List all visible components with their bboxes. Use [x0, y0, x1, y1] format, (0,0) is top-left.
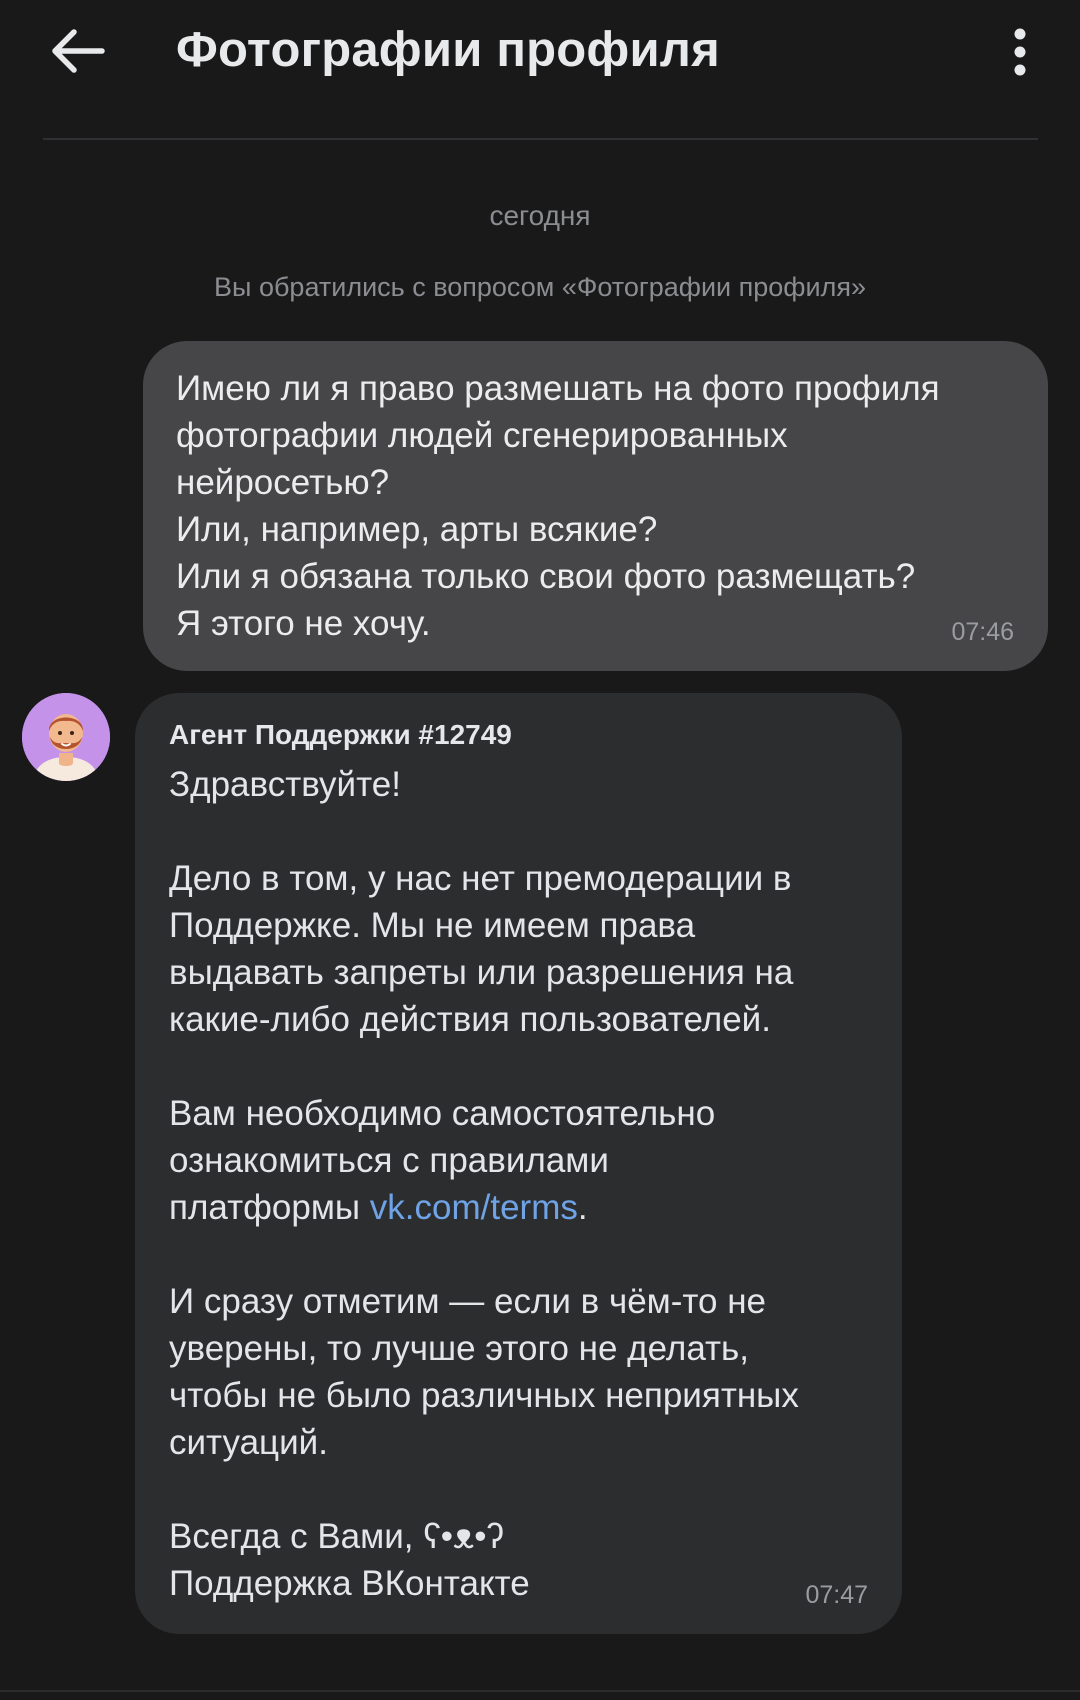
- header-divider: [43, 138, 1038, 140]
- message-paragraph: Вам необходимо самостоятельно ознакомить…: [169, 1090, 868, 1231]
- paragraph-text: .: [577, 1188, 588, 1227]
- sender-name[interactable]: Агент Поддержки #12749: [169, 717, 868, 753]
- date-separator: сегодня: [489, 200, 591, 231]
- chat-screen: Фотографии профиля сегодня Вы обратились…: [0, 0, 1080, 1700]
- more-vertical-icon: [1014, 28, 1026, 76]
- back-button[interactable]: [40, 18, 116, 84]
- message-time: 07:46: [951, 618, 1014, 646]
- outgoing-message[interactable]: Имею ли я право размешать на фото профил…: [143, 341, 1048, 671]
- message-paragraph: Дело в том, у нас нет премодерации в Под…: [169, 859, 794, 1039]
- arrow-left-icon: [52, 29, 105, 73]
- message-time: 07:47: [805, 1581, 868, 1609]
- agent-avatar[interactable]: [22, 693, 110, 781]
- terms-link[interactable]: vk.com/terms: [370, 1188, 578, 1227]
- avatar-illustration: [22, 693, 110, 781]
- page-title: Фотографии профиля: [176, 23, 720, 77]
- message-paragraph: Здравствуйте!: [169, 765, 401, 804]
- message-signature: Всегда с Вами, ʕ•ᴥ•ʔ Поддержка ВКонтакте: [169, 1517, 530, 1603]
- incoming-message[interactable]: Агент Поддержки #12749 Здравствуйте! Дел…: [135, 693, 902, 1634]
- composer-divider: [0, 1690, 1080, 1692]
- message-paragraph: И сразу отметим — если в чём-то не увере…: [169, 1282, 799, 1462]
- app-bar: Фотографии профиля: [0, 0, 1080, 138]
- system-message: Вы обратились с вопросом «Фотографии про…: [214, 272, 866, 302]
- message-text: Имею ли я право размешать на фото профил…: [176, 369, 940, 643]
- more-options-button[interactable]: [990, 22, 1050, 82]
